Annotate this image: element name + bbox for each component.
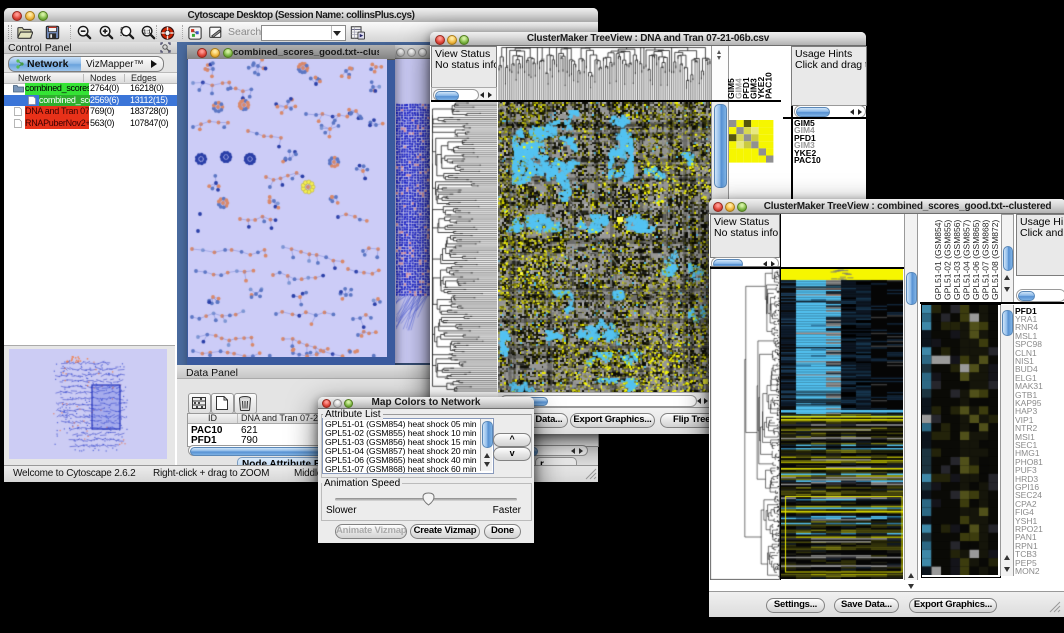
svg-text:GPL51-08 (GSM872): GPL51-08 (GSM872) [990, 220, 1000, 300]
svg-text:PAC10: PAC10 [764, 72, 774, 99]
svg-text:GPL51-01 (GSM854): GPL51-01 (GSM854) [933, 220, 943, 300]
svg-text:1:1: 1:1 [143, 29, 151, 35]
svg-text:GPL51-03 (GSM856): GPL51-03 (GSM856) [952, 220, 962, 300]
svg-text:GPL51-06 (GSM865): GPL51-06 (GSM865) [971, 220, 981, 300]
svg-text:GPL51-02 (GSM855): GPL51-02 (GSM855) [943, 220, 953, 300]
svg-text:GPL51-04 (GSM857): GPL51-04 (GSM857) [962, 220, 972, 300]
svg-text:GPL51-07 (GSM868): GPL51-07 (GSM868) [981, 220, 991, 300]
